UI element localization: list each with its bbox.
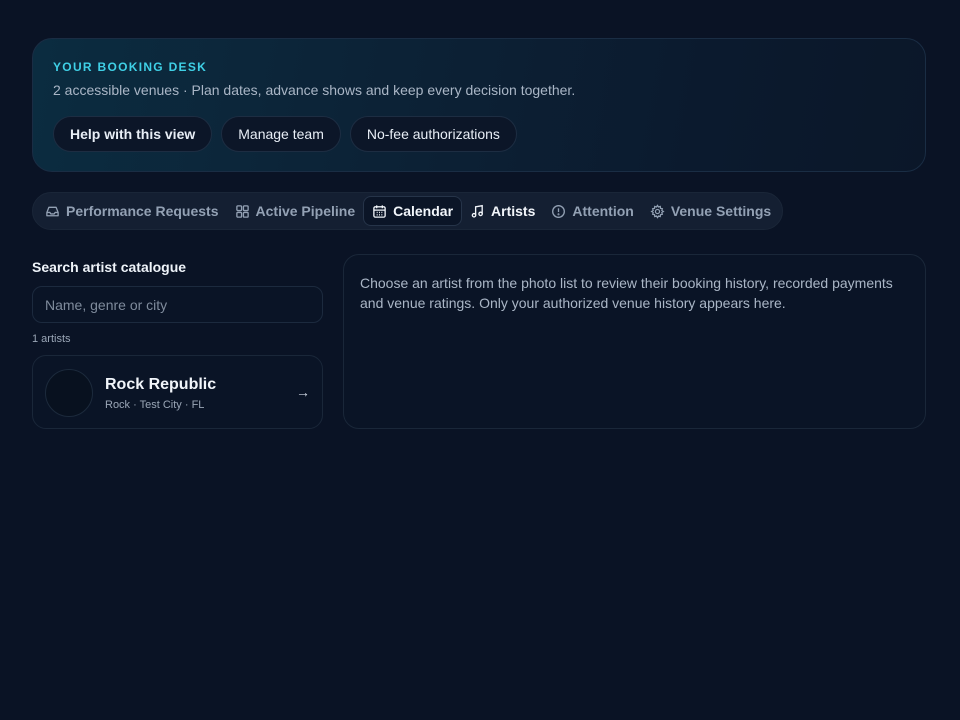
- manage-team-button[interactable]: Manage team: [221, 116, 341, 152]
- tab-active-pipeline[interactable]: Active Pipeline: [227, 196, 364, 226]
- artist-detail-panel: Choose an artist from the photo list to …: [343, 254, 926, 429]
- booking-desk-page: YOUR BOOKING DESK 2 accessible venues · …: [0, 0, 960, 720]
- booking-desk-hero: YOUR BOOKING DESK 2 accessible venues · …: [32, 38, 926, 172]
- tab-venue-settings[interactable]: Venue Settings: [642, 196, 779, 226]
- hero-actions: Help with this view Manage team No-fee a…: [53, 116, 517, 152]
- artist-list-item[interactable]: Rock Republic Rock · Test City · FL →: [32, 355, 323, 429]
- music-note-icon: [471, 204, 483, 218]
- tab-label: Venue Settings: [670, 203, 772, 219]
- tab-label: Calendar: [393, 203, 454, 219]
- artist-count: 1 artists: [32, 333, 71, 345]
- calendar-icon: [373, 204, 386, 218]
- arrow-right-icon: →: [296, 384, 310, 400]
- tab-label: Performance Requests: [66, 203, 219, 219]
- tab-performance-requests[interactable]: Performance Requests: [37, 196, 227, 226]
- tab-artists[interactable]: Artists: [462, 196, 543, 226]
- tab-label: Artists: [491, 203, 536, 219]
- no-fee-authorizations-button[interactable]: No-fee authorizations: [349, 116, 517, 152]
- search-title: Search artist catalogue: [32, 259, 187, 275]
- main-tabs: Performance Requests Active Pipeline Cal…: [32, 192, 783, 230]
- tab-calendar[interactable]: Calendar: [363, 196, 463, 226]
- detail-placeholder-text: Choose an artist from the photo list to …: [360, 275, 893, 311]
- inbox-icon: [46, 206, 59, 216]
- artist-meta: Rock · Test City · FL: [105, 399, 205, 411]
- tab-label: Active Pipeline: [255, 203, 356, 219]
- tab-label: Attention: [572, 203, 634, 219]
- gear-icon: [650, 203, 665, 219]
- grid-icon: [235, 204, 249, 218]
- alert-circle-icon: [552, 204, 566, 218]
- artist-search-input[interactable]: [32, 286, 323, 323]
- artist-name: Rock Republic: [105, 376, 217, 393]
- tab-attention[interactable]: Attention: [543, 196, 641, 226]
- artist-avatar: [45, 369, 93, 417]
- hero-subtitle: 2 accessible venues · Plan dates, advanc…: [53, 82, 576, 98]
- hero-eyebrow: YOUR BOOKING DESK: [53, 60, 208, 74]
- help-with-view-button[interactable]: Help with this view: [53, 116, 213, 152]
